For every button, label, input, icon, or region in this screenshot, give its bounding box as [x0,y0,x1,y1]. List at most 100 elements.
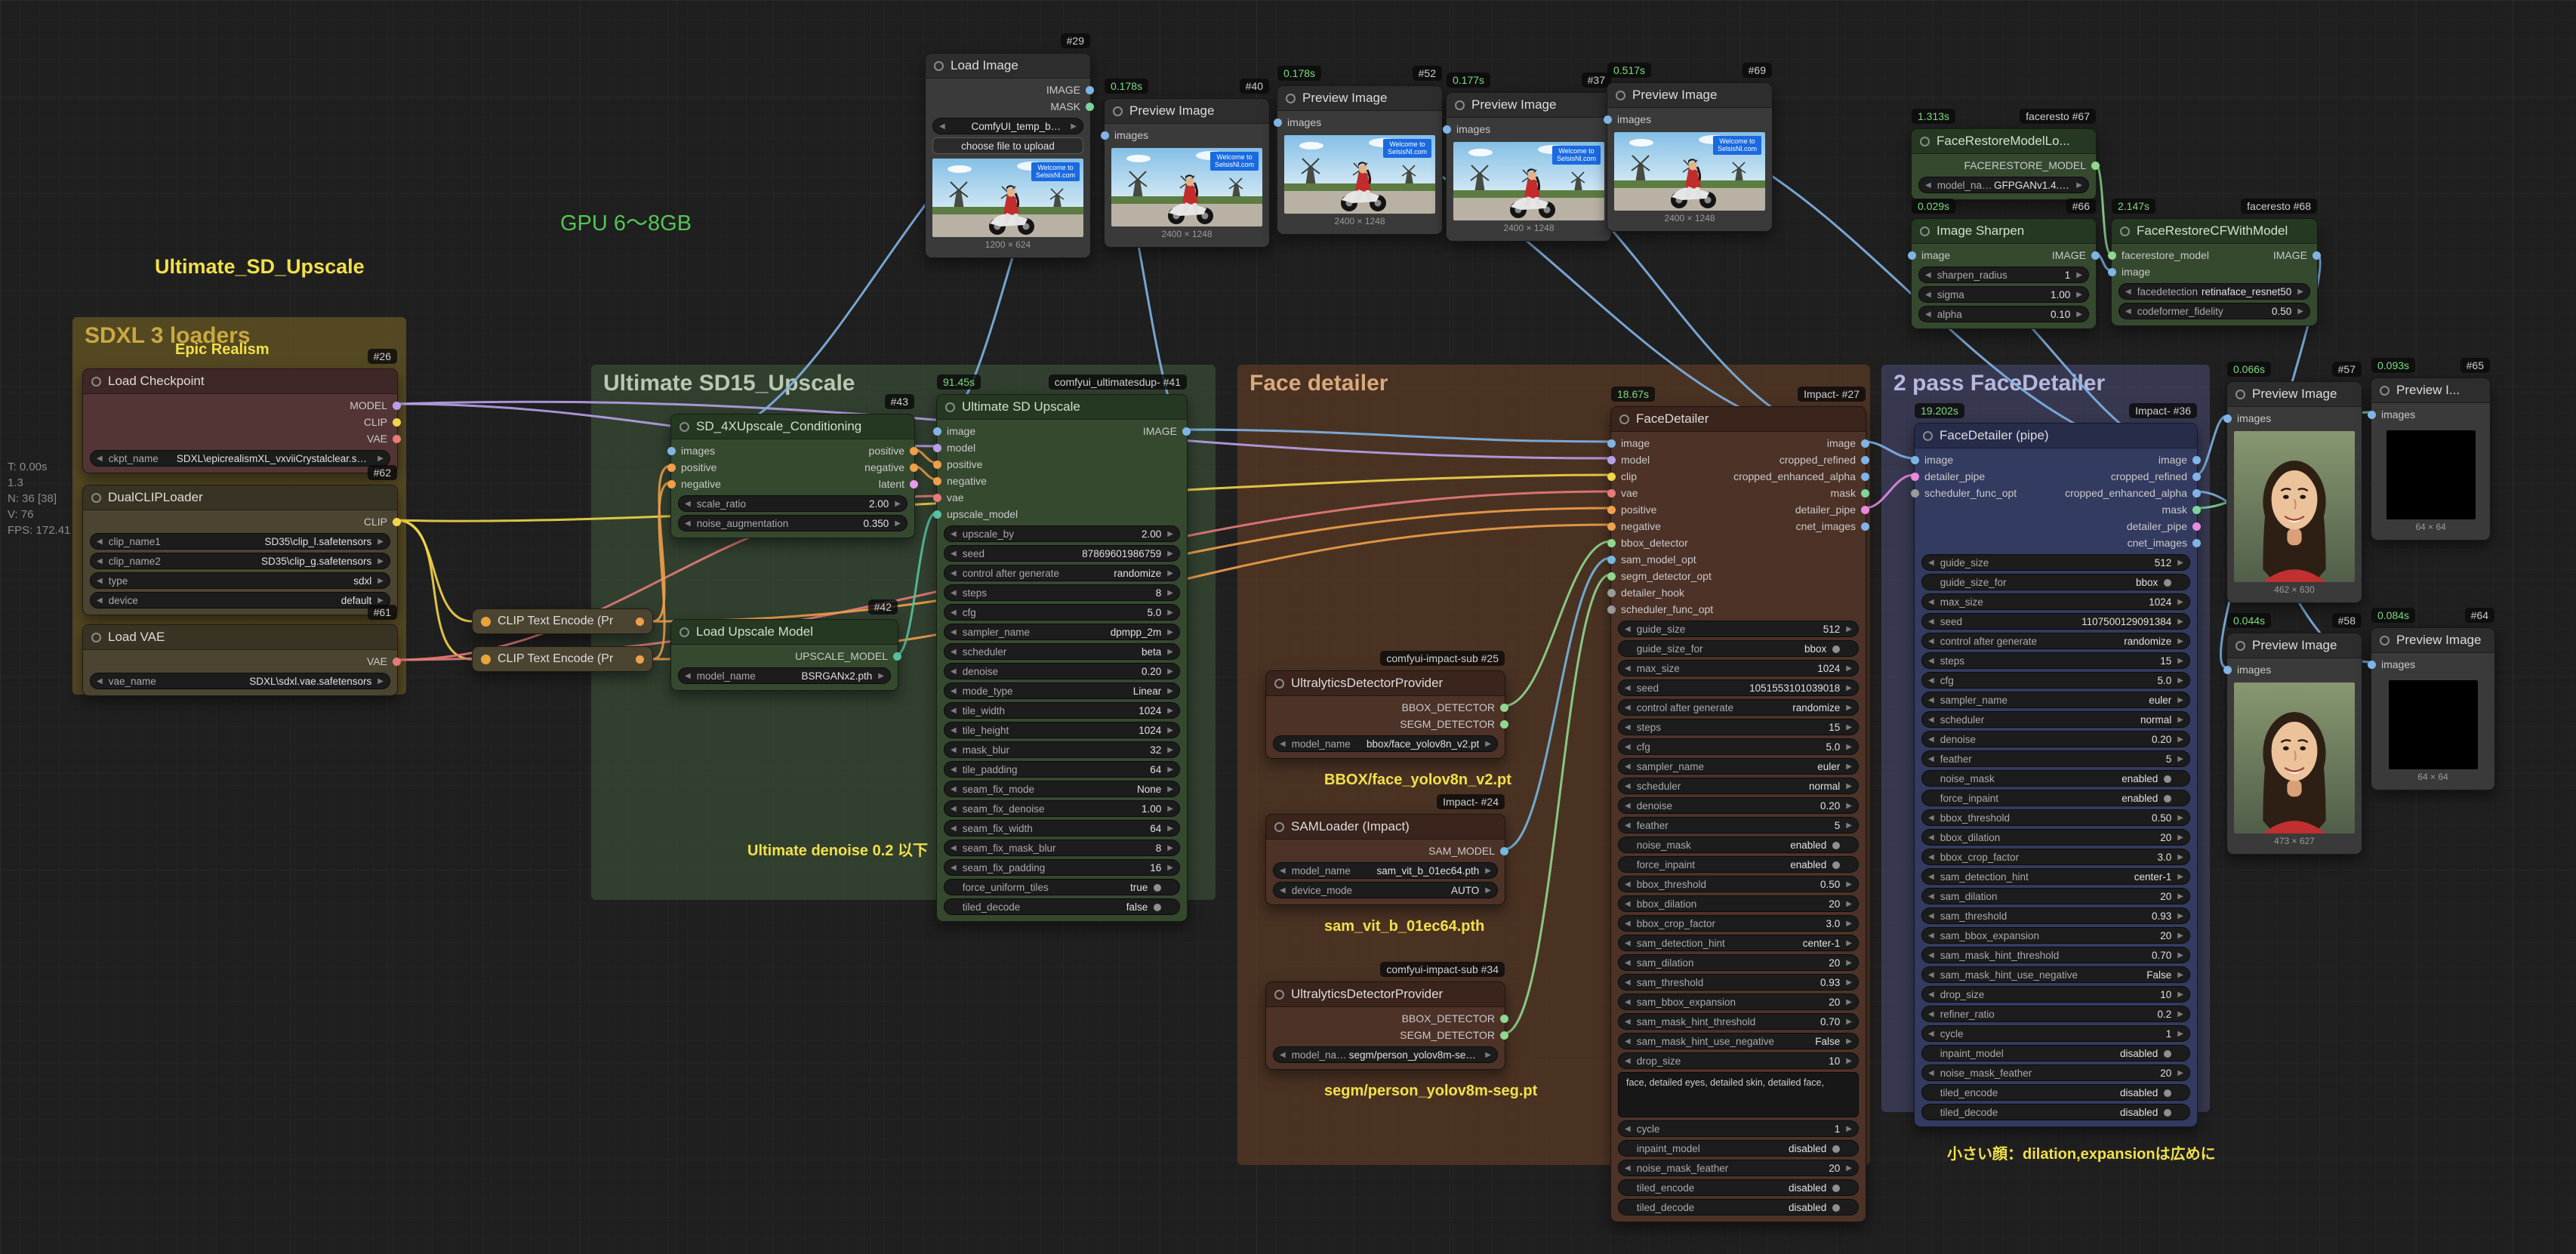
node-titlebar[interactable]: SAMLoader (Impact) [1266,815,1505,840]
input-port-dot[interactable] [1911,456,1919,464]
output-port-dot[interactable] [2192,456,2201,464]
widget-row[interactable]: ◀ clip_name2 SD35\clip_g.safetensors ▶ [90,553,390,569]
widget-row[interactable]: ◀ inpaint_model disabled ▶ [1618,1140,1859,1157]
increment-arrow-icon[interactable]: ▶ [377,454,384,463]
increment-arrow-icon[interactable]: ▶ [377,596,384,605]
decrement-arrow-icon[interactable]: ◀ [1928,618,1934,626]
increment-arrow-icon[interactable]: ▶ [2177,814,2183,822]
decrement-arrow-icon[interactable]: ◀ [1625,821,1631,830]
input-port-dot[interactable] [1607,489,1616,498]
collapse-toggle[interactable] [1113,106,1123,116]
node-clip-text-encode-positive[interactable]: CLIP Text Encode (Pr [472,609,653,634]
widget-row[interactable]: ◀ sam_bbox_expansion 20 ▶ [1921,927,2190,944]
increment-arrow-icon[interactable]: ▶ [1167,530,1173,538]
widget-row[interactable]: ◀ sam_detection_hint center-1 ▶ [1618,935,1859,951]
widget-row[interactable]: ◀ model_name sam_vit_b_01ec64.pth ▶ [1273,862,1498,879]
increment-arrow-icon[interactable]: ▶ [1846,900,1852,908]
decrement-arrow-icon[interactable]: ◀ [1625,1164,1631,1172]
increment-arrow-icon[interactable]: ▶ [2177,1030,2183,1038]
widget-row[interactable]: ◀ model_name BSRGANx2.pth ▶ [678,667,891,684]
decrement-arrow-icon[interactable]: ◀ [2125,288,2131,296]
collapse-toggle[interactable] [1923,431,1933,441]
decrement-arrow-icon[interactable]: ◀ [1625,998,1631,1006]
output-port-dot[interactable] [2192,473,2201,481]
node-face-detailer-pipe[interactable]: 19.202s Impact- #36 FaceDetailer (pipe) … [1914,423,2198,1127]
input-port-dot[interactable] [933,444,941,452]
widget-row[interactable]: ◀ guide_size_for bbox ▶ [1921,574,2190,590]
increment-arrow-icon[interactable]: ▶ [2177,657,2183,665]
decrement-arrow-icon[interactable]: ◀ [1928,676,1934,685]
increment-arrow-icon[interactable]: ▶ [2177,912,2183,920]
input-port-dot[interactable] [1607,439,1616,448]
widget-row[interactable]: ◀ sam_mask_hint_use_negative False ▶ [1921,966,2190,983]
node-titlebar[interactable]: Load Image [926,54,1090,79]
increment-arrow-icon[interactable]: ▶ [878,672,884,680]
collapse-toggle[interactable] [679,422,689,432]
decrement-arrow-icon[interactable]: ◀ [1625,743,1631,751]
widget-row[interactable]: ◀ seam_fix_mask_blur 8 ▶ [944,840,1180,856]
increment-arrow-icon[interactable]: ▶ [2297,307,2303,316]
input-port-dot[interactable] [2368,661,2376,669]
widget-row[interactable]: ◀ force_inpaint enabled ▶ [1618,856,1859,873]
output-port-dot[interactable] [893,652,901,661]
decrement-arrow-icon[interactable]: ◀ [1928,892,1934,901]
increment-arrow-icon[interactable]: ▶ [1167,844,1173,852]
input-port-dot[interactable] [1607,539,1616,547]
collapse-toggle[interactable] [1455,100,1465,110]
collapse-toggle[interactable] [2120,226,2130,236]
widget-row[interactable]: ◀ choose file to upload ▶ [932,137,1083,154]
node-facerestore-model-loader[interactable]: 1.313s faceresto #67 FaceRestoreModelLo.… [1911,128,2097,200]
decrement-arrow-icon[interactable]: ◀ [1928,696,1934,704]
decrement-arrow-icon[interactable]: ◀ [1925,271,1931,279]
image-thumbnail[interactable]: Welcome to SelsisNl.com [1614,132,1765,211]
input-port-dot[interactable] [1607,456,1616,464]
increment-arrow-icon[interactable]: ▶ [377,677,384,686]
output-port-dot[interactable] [636,655,644,664]
increment-arrow-icon[interactable]: ▶ [1846,782,1852,790]
increment-arrow-icon[interactable]: ▶ [377,577,384,585]
increment-arrow-icon[interactable]: ▶ [1485,1051,1491,1059]
widget-row[interactable]: ◀ mode_type Linear ▶ [944,682,1180,699]
increment-arrow-icon[interactable]: ▶ [1167,766,1173,774]
input-port-dot[interactable] [1607,589,1616,597]
decrement-arrow-icon[interactable]: ◀ [1928,637,1934,645]
increment-arrow-icon[interactable]: ▶ [2177,833,2183,842]
increment-arrow-icon[interactable]: ▶ [1167,550,1173,558]
widget-row[interactable]: ◀ control after generate randomize ▶ [1921,633,2190,649]
collapse-toggle[interactable] [91,493,101,503]
widget-row[interactable]: ◀ clip_name1 SD35\clip_l.safetensors ▶ [90,533,390,550]
increment-arrow-icon[interactable]: ▶ [2177,991,2183,999]
increment-arrow-icon[interactable]: ▶ [2177,1069,2183,1077]
collapse-toggle[interactable] [91,377,101,387]
decrement-arrow-icon[interactable]: ◀ [97,677,103,686]
decrement-arrow-icon[interactable]: ◀ [1625,782,1631,790]
widget-row[interactable]: ◀ sharpen_radius 1 ▶ [1918,267,2089,283]
widget-row[interactable]: ◀ sampler_name dpmpp_2m ▶ [944,624,1180,640]
decrement-arrow-icon[interactable]: ◀ [1928,1010,1934,1018]
decrement-arrow-icon[interactable]: ◀ [1928,833,1934,842]
decrement-arrow-icon[interactable]: ◀ [951,589,957,597]
collapse-toggle[interactable] [91,633,101,642]
node-titlebar[interactable]: Preview Image [1277,86,1442,111]
decrement-arrow-icon[interactable]: ◀ [1280,1051,1286,1059]
input-port-dot[interactable] [2223,666,2232,674]
output-port-dot[interactable] [1861,456,1869,464]
increment-arrow-icon[interactable]: ▶ [2177,1010,2183,1018]
increment-arrow-icon[interactable]: ▶ [1485,886,1491,895]
node-titlebar[interactable]: Ultimate SD Upscale [937,395,1187,420]
widget-row[interactable]: ◀ tiled_encode disabled ▶ [1921,1084,2190,1101]
input-port-dot[interactable] [667,464,676,472]
decrement-arrow-icon[interactable]: ◀ [97,577,103,585]
widget-row[interactable]: ◀ model_name segm/person_yolov8m-seg.pt … [1273,1046,1498,1063]
widget-row[interactable]: ◀ sam_bbox_expansion 20 ▶ [1618,994,1859,1010]
widget-row[interactable]: ◀ bbox_threshold 0.50 ▶ [1921,809,2190,826]
increment-arrow-icon[interactable]: ▶ [2177,637,2183,645]
widget-row[interactable]: ◀ drop_size 10 ▶ [1618,1052,1859,1069]
widget-row[interactable]: ◀ force_uniform_tiles true ▶ [944,879,1180,895]
widget-row[interactable]: ◀ facedetection retinaface_resnet50 ▶ [2118,283,2310,300]
decrement-arrow-icon[interactable]: ◀ [1625,664,1631,673]
decrement-arrow-icon[interactable]: ◀ [951,609,957,617]
node-preview-image-69[interactable]: 0.517s #69 Preview Image images Welcome … [1607,82,1773,232]
image-thumbnail[interactable] [2234,431,2355,582]
widget-row[interactable]: ◀ seam_fix_denoise 1.00 ▶ [944,800,1180,817]
